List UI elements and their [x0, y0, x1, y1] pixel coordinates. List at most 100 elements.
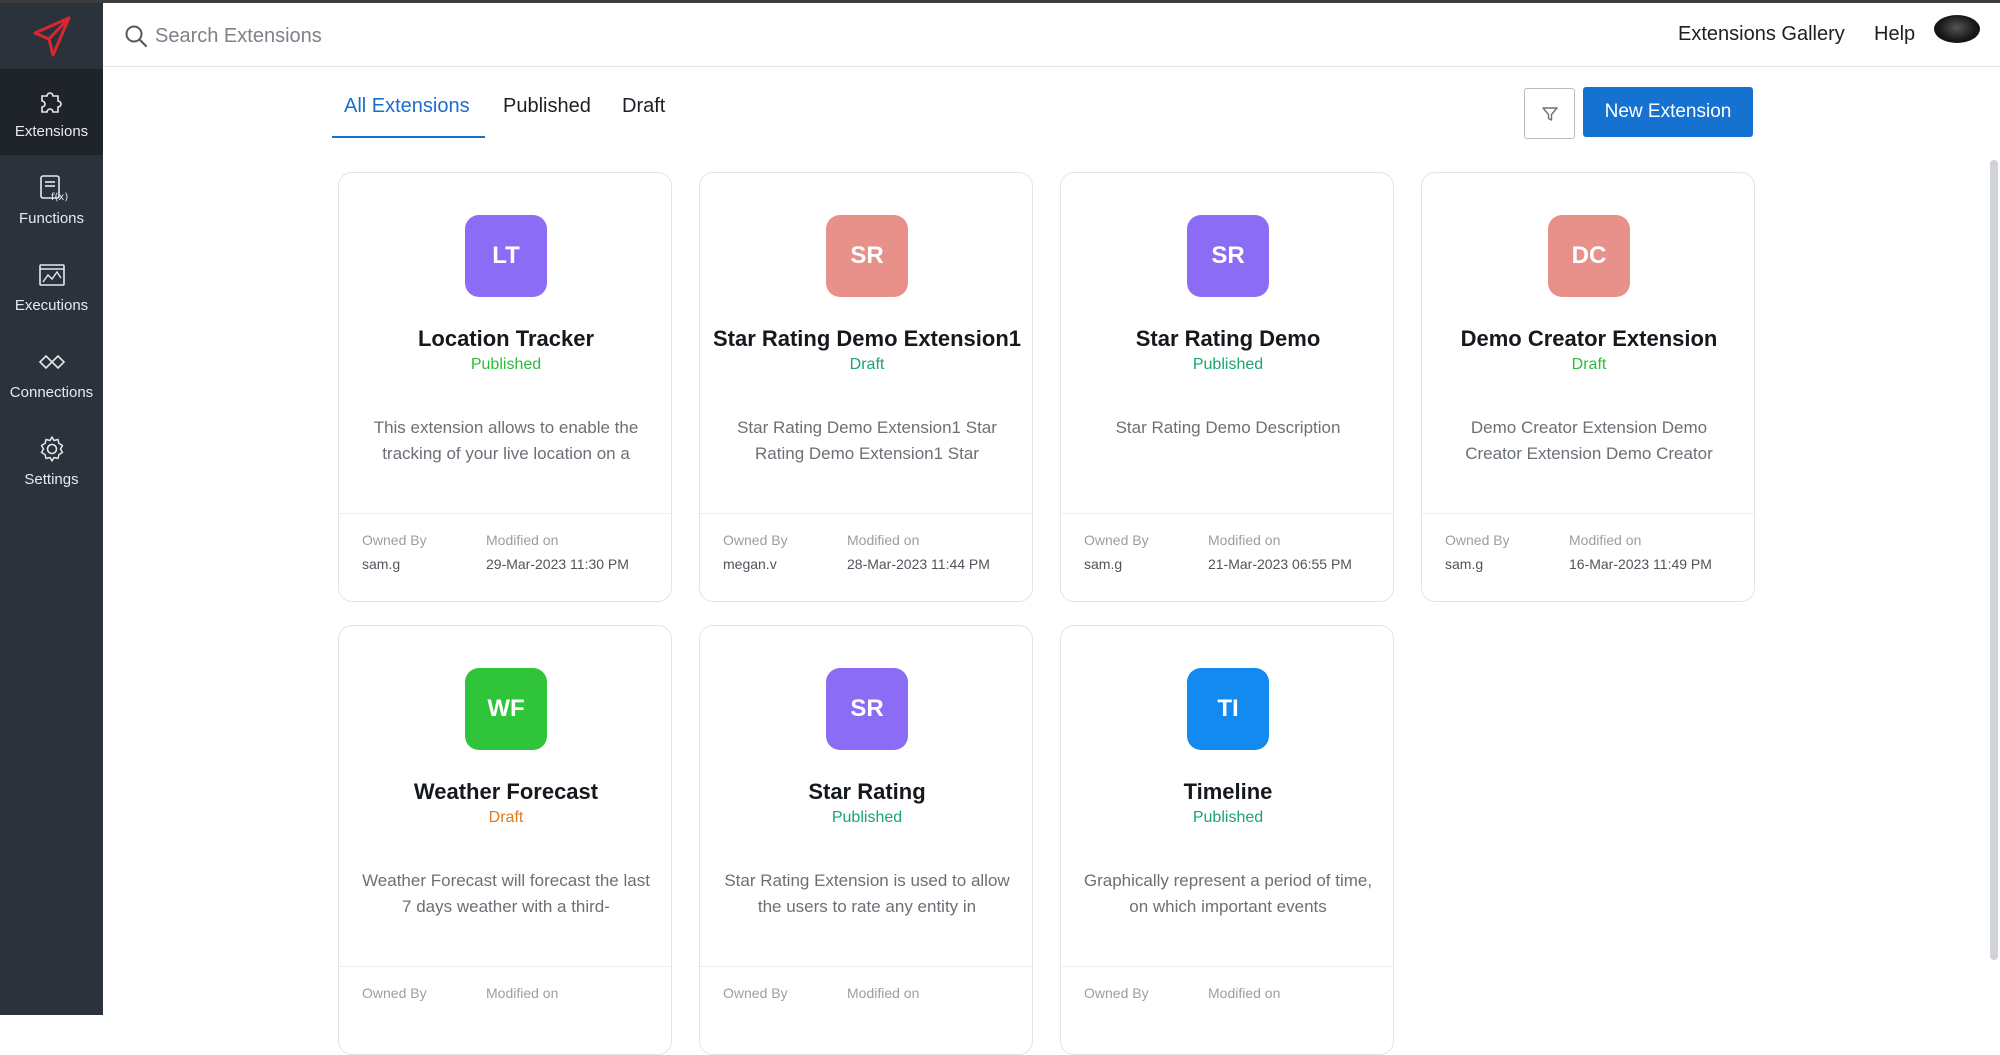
svg-text:f(x): f(x) [51, 192, 68, 203]
card-footer: Owned By Modified on [1061, 966, 1393, 1054]
card-footer: Owned By Modified on sam.g 21-Mar-2023 06:5… [1061, 513, 1393, 601]
sidebar-item-label: Executions [14, 296, 89, 314]
tab-draft[interactable]: Draft [622, 95, 665, 118]
modified-value: 29-Mar-2023 11:30 PM [486, 556, 629, 572]
sidebar-item-executions[interactable]: Executions [0, 243, 103, 329]
connections-icon [38, 354, 65, 369]
extension-title: Star Rating Demo Extension1 [712, 326, 1022, 351]
status-badge: Published [1192, 356, 1264, 373]
card-footer: Owned By Modified on megan.v 28-Mar-2023 11… [700, 513, 1032, 601]
extension-title: Weather Forecast [413, 779, 599, 804]
modified-on-label: Modified on [486, 532, 559, 548]
gear-icon [40, 435, 63, 462]
extension-initials: WF [487, 695, 525, 722]
extension-avatar: LT [465, 215, 547, 297]
app-logo[interactable] [0, 3, 103, 69]
extension-initials: SR [850, 695, 884, 722]
help-link[interactable]: Help [1874, 23, 1915, 46]
sidebar: Extensions f(x) Functions Executions Con… [0, 3, 103, 1015]
status-badge: Published [831, 809, 903, 826]
filter-icon [1541, 106, 1558, 121]
modified-on-label: Modified on [486, 985, 559, 1001]
extension-initials: DC [1571, 242, 1607, 269]
extension-description: Star Rating Demo Description [1115, 418, 1341, 437]
status-badge: Draft [849, 356, 885, 373]
extension-description: This extension allows to enable the trac… [373, 418, 639, 463]
logo-icon [33, 16, 70, 57]
sidebar-item-label: Functions [18, 209, 85, 227]
modified-on-label: Modified on [1569, 532, 1642, 548]
top-header: Extensions Gallery Help [103, 3, 2000, 67]
modified-value: 28-Mar-2023 11:44 PM [847, 556, 990, 572]
sidebar-item-settings[interactable]: Settings [0, 417, 103, 503]
owner-value: megan.v [723, 556, 777, 572]
extension-card[interactable]: LT Location Tracker Published This extensio… [338, 172, 672, 602]
status-badge: Published [1192, 809, 1264, 826]
extensions-gallery-link[interactable]: Extensions Gallery [1678, 23, 1845, 46]
card-footer: Owned By Modified on [339, 966, 671, 1054]
filter-button[interactable] [1524, 88, 1575, 139]
page-scrollbar[interactable] [1990, 160, 1998, 960]
extension-initials: SR [850, 242, 884, 269]
search-icon [125, 25, 148, 48]
modified-value: 16-Mar-2023 11:49 PM [1569, 556, 1712, 572]
owner-value: sam.g [1445, 556, 1484, 572]
extension-card[interactable]: TI Timeline Published Graphically represent… [1060, 625, 1394, 1055]
sidebar-item-connections[interactable]: Connections [0, 330, 103, 416]
extension-avatar: WF [465, 668, 547, 750]
extension-description: Weather Forecast will forecast the last … [362, 871, 650, 916]
owner-value: sam.g [362, 556, 401, 572]
extension-card[interactable]: WF Weather Forecast Draft Weather Forecast … [338, 625, 672, 1055]
user-avatar[interactable] [1934, 15, 1980, 43]
search-input[interactable] [155, 17, 755, 55]
executions-icon [38, 263, 65, 286]
extension-description: Demo Creator Extension Demo Creator Exte… [1465, 418, 1713, 463]
sidebar-item-label: Connections [9, 383, 94, 401]
extension-avatar: SR [826, 215, 908, 297]
extension-avatar: DC [1548, 215, 1630, 297]
extension-description: Star Rating Demo Extension1 Star Rating … [737, 418, 997, 463]
extension-title: Demo Creator Extension [1460, 326, 1718, 351]
modified-on-label: Modified on [1208, 532, 1281, 548]
extension-description: Star Rating Extension is used to allow t… [724, 871, 1010, 916]
owned-by-label: Owned By [1445, 532, 1510, 548]
status-badge: Draft [488, 809, 524, 826]
function-icon: f(x) [39, 174, 68, 203]
extension-description: Graphically represent a period of time, … [1083, 871, 1373, 916]
card-footer: Owned By Modified on sam.g 16-Mar-2023 11:4… [1422, 513, 1754, 601]
modified-on-label: Modified on [847, 985, 920, 1001]
modified-on-label: Modified on [1208, 985, 1281, 1001]
owned-by-label: Owned By [723, 532, 788, 548]
extension-card[interactable]: SR Star Rating Demo Extension1 Draft Star R… [699, 172, 1033, 602]
extension-title: Star Rating Demo [1135, 326, 1321, 351]
extension-avatar: SR [1187, 215, 1269, 297]
extension-card[interactable]: DC Demo Creator Extension Draft Demo Creato… [1421, 172, 1755, 602]
tab-published[interactable]: Published [503, 95, 591, 118]
owned-by-label: Owned By [1084, 985, 1149, 1001]
status-badge: Published [470, 356, 542, 373]
extension-title: Location Tracker [417, 326, 595, 351]
active-tab-indicator [332, 136, 485, 138]
extension-initials: LT [492, 242, 520, 269]
owned-by-label: Owned By [723, 985, 788, 1001]
card-footer: Owned By Modified on [700, 966, 1032, 1054]
sidebar-item-functions[interactable]: f(x) Functions [0, 156, 103, 242]
extension-initials: SR [1211, 242, 1245, 269]
modified-value: 21-Mar-2023 06:55 PM [1208, 556, 1352, 572]
status-badge: Draft [1571, 356, 1607, 373]
sidebar-item-label: Extensions [14, 122, 89, 140]
tab-all-extensions[interactable]: All Extensions [344, 95, 470, 118]
card-footer: Owned By Modified on sam.g 29-Mar-2023 11:3… [339, 513, 671, 601]
sidebar-item-extensions[interactable]: Extensions [0, 69, 103, 155]
extension-initials: TI [1217, 695, 1239, 722]
extension-avatar: TI [1187, 668, 1269, 750]
puzzle-icon [40, 91, 62, 113]
extension-avatar: SR [826, 668, 908, 750]
sidebar-item-label: Settings [24, 470, 79, 488]
extension-title: Star Rating [808, 779, 926, 804]
owned-by-label: Owned By [362, 985, 427, 1001]
new-extension-button[interactable]: New Extension [1583, 87, 1753, 137]
extension-card[interactable]: SR Star Rating Published Star Rating Extens… [699, 625, 1033, 1055]
extension-card[interactable]: SR Star Rating Demo Published Star Rating D… [1060, 172, 1394, 602]
owned-by-label: Owned By [362, 532, 427, 548]
